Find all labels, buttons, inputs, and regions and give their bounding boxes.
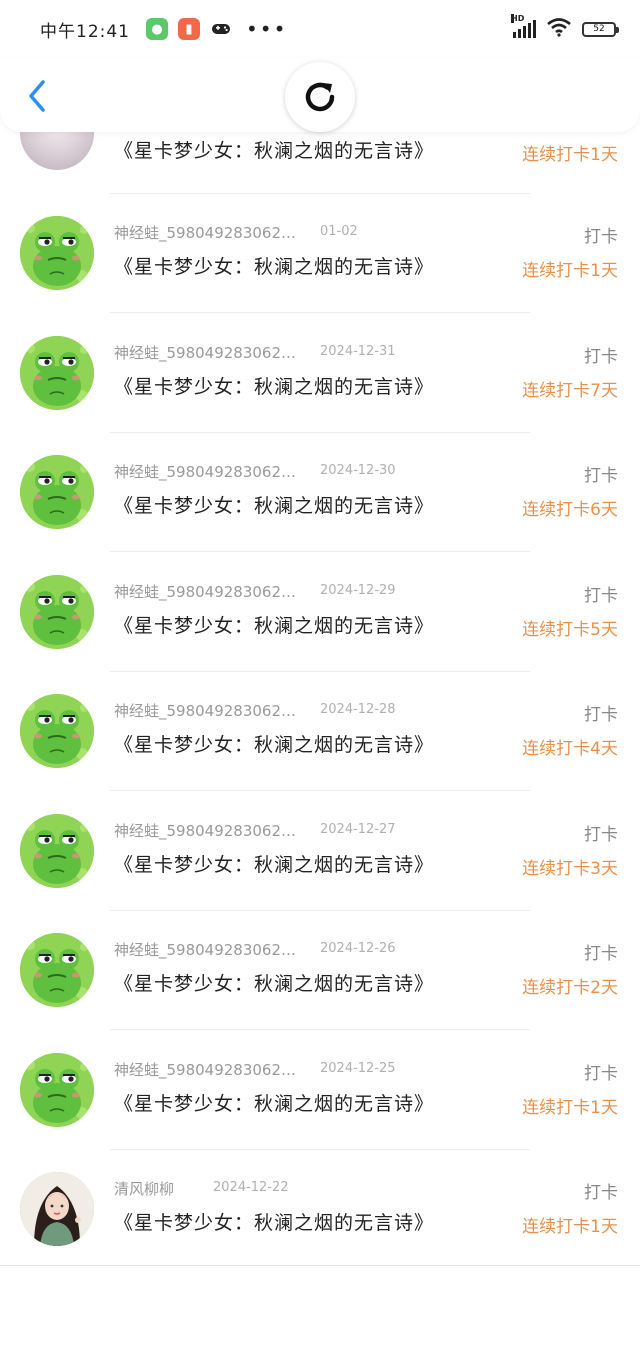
book-title[interactable]: 《星卡梦少女：秋澜之烟的无言诗》 <box>114 252 434 279</box>
wechat-icon: ● <box>146 18 168 40</box>
avatar[interactable] <box>20 1053 94 1127</box>
username[interactable]: 神经蛙_598049283062… <box>114 461 296 482</box>
avatar[interactable] <box>20 814 94 888</box>
book-title[interactable]: 《星卡梦少女：秋澜之烟的无言诗》 <box>114 611 434 638</box>
book-title[interactable]: 《星卡梦少女：秋澜之烟的无言诗》 <box>114 372 434 399</box>
avatar[interactable] <box>20 933 94 1007</box>
list-item[interactable]: 神经蛙_598049283062… 2024-12-31 打卡 《星卡梦少女：秋… <box>0 320 640 440</box>
checkin-date: 01-02 <box>320 224 358 239</box>
streak-label: 连续打卡1天 <box>522 1098 618 1118</box>
username[interactable]: 神经蛙_598049283062… <box>114 939 296 960</box>
streak-label: 连续打卡1天 <box>522 145 618 165</box>
checkin-type: 打卡 <box>584 944 618 964</box>
trash-icon: ▮ <box>178 18 200 40</box>
divider <box>110 312 530 313</box>
avatar[interactable] <box>20 575 94 649</box>
avatar[interactable] <box>20 336 94 410</box>
checkin-type: 打卡 <box>584 586 618 606</box>
wifi-icon <box>546 17 572 41</box>
refresh-icon <box>305 82 335 112</box>
username[interactable]: 神经蛙_598049283062… <box>114 222 296 243</box>
checkin-type: 打卡 <box>584 825 618 845</box>
username[interactable]: 神经蛙_598049283062… <box>114 820 296 841</box>
status-time: 中午12:41 <box>40 21 130 42</box>
more-notifications-icon: ••• <box>246 17 288 41</box>
divider <box>110 671 530 672</box>
streak-label: 连续打卡4天 <box>522 739 618 759</box>
battery-level: 52 <box>593 24 605 34</box>
streak-label: 连续打卡1天 <box>522 261 618 281</box>
checkin-date: 2024-12-29 <box>320 583 396 598</box>
streak-label: 连续打卡6天 <box>522 500 618 520</box>
list-item[interactable]: 神经蛙_598049283062… 2024-12-26 打卡 《星卡梦少女：秋… <box>0 917 640 1037</box>
chevron-left-icon <box>29 80 45 112</box>
checkin-type: 打卡 <box>584 347 618 367</box>
refresh-button[interactable] <box>285 62 355 132</box>
divider <box>110 790 530 791</box>
username[interactable]: 神经蛙_598049283062… <box>114 342 296 363</box>
list-item[interactable]: 神经蛙_598049283062… 2024-12-29 打卡 《星卡梦少女：秋… <box>0 559 640 679</box>
battery-icon: 52 <box>582 21 619 37</box>
book-title[interactable]: 《星卡梦少女：秋澜之烟的无言诗》 <box>114 969 434 996</box>
back-button[interactable] <box>22 76 52 116</box>
streak-label: 连续打卡1天 <box>522 1217 618 1237</box>
list-item[interactable]: 清风柳柳 2024-12-22 打卡 《星卡梦少女：秋澜之烟的无言诗》 连续打卡… <box>0 1156 640 1276</box>
book-title[interactable]: 《星卡梦少女：秋澜之烟的无言诗》 <box>114 1208 434 1235</box>
divider <box>110 910 530 911</box>
checkin-type: 打卡 <box>584 1183 618 1203</box>
divider <box>110 193 530 194</box>
checkin-date: 2024-12-25 <box>320 1061 396 1076</box>
book-title[interactable]: 《星卡梦少女：秋澜之烟的无言诗》 <box>114 491 434 518</box>
divider <box>110 1029 530 1030</box>
checkin-date: 2024-12-22 <box>213 1180 289 1195</box>
avatar[interactable] <box>20 1172 94 1246</box>
streak-label: 连续打卡2天 <box>522 978 618 998</box>
username[interactable]: 清风柳柳 <box>114 1178 174 1199</box>
list-item[interactable]: 神经蛙_598049283062… 2024-12-27 打卡 《星卡梦少女：秋… <box>0 798 640 918</box>
header-bar <box>0 58 640 132</box>
checkin-type: 打卡 <box>584 466 618 486</box>
gamepad-icon <box>210 18 232 40</box>
book-title[interactable]: 《星卡梦少女：秋澜之烟的无言诗》 <box>114 730 434 757</box>
list-item[interactable]: 神经蛙_598049283062… 2024-12-25 打卡 《星卡梦少女：秋… <box>0 1037 640 1157</box>
cellular-signal-icon: HD <box>511 14 536 38</box>
hd-label: HD <box>511 14 525 23</box>
avatar[interactable] <box>20 455 94 529</box>
streak-label: 连续打卡5天 <box>522 620 618 640</box>
username[interactable]: 神经蛙_598049283062… <box>114 700 296 721</box>
list-end-divider <box>0 1265 640 1266</box>
status-bar: 中午12:41 ● ▮ ••• HD 52 <box>0 0 640 58</box>
divider <box>110 1149 530 1150</box>
book-title: 《星卡梦少女：秋澜之烟的无言诗》 <box>114 140 435 162</box>
divider <box>110 432 530 433</box>
checkin-date: 2024-12-26 <box>320 941 396 956</box>
streak-label: 连续打卡3天 <box>522 859 618 879</box>
checkin-type: 打卡 <box>584 227 618 247</box>
avatar[interactable] <box>20 694 94 768</box>
username[interactable]: 神经蛙_598049283062… <box>114 1059 296 1080</box>
checkin-date: 2024-12-28 <box>320 702 396 717</box>
book-title[interactable]: 《星卡梦少女：秋澜之烟的无言诗》 <box>114 1089 434 1116</box>
checkin-date: 2024-12-30 <box>320 463 396 478</box>
checkin-date: 2024-12-27 <box>320 822 396 837</box>
list-item[interactable]: 神经蛙_598049283062… 01-02 打卡 《星卡梦少女：秋澜之烟的无… <box>0 200 640 320</box>
checkin-date: 2024-12-31 <box>320 344 396 359</box>
streak-label: 连续打卡7天 <box>522 381 618 401</box>
avatar[interactable] <box>20 216 94 290</box>
book-title[interactable]: 《星卡梦少女：秋澜之烟的无言诗》 <box>114 850 434 877</box>
list-item[interactable]: 神经蛙_598049283062… 2024-12-28 打卡 《星卡梦少女：秋… <box>0 678 640 798</box>
divider <box>110 551 530 552</box>
username[interactable]: 神经蛙_598049283062… <box>114 581 296 602</box>
checkin-type: 打卡 <box>584 705 618 725</box>
checkin-type: 打卡 <box>584 1064 618 1084</box>
list-item[interactable]: 神经蛙_598049283062… 2024-12-30 打卡 《星卡梦少女：秋… <box>0 439 640 559</box>
